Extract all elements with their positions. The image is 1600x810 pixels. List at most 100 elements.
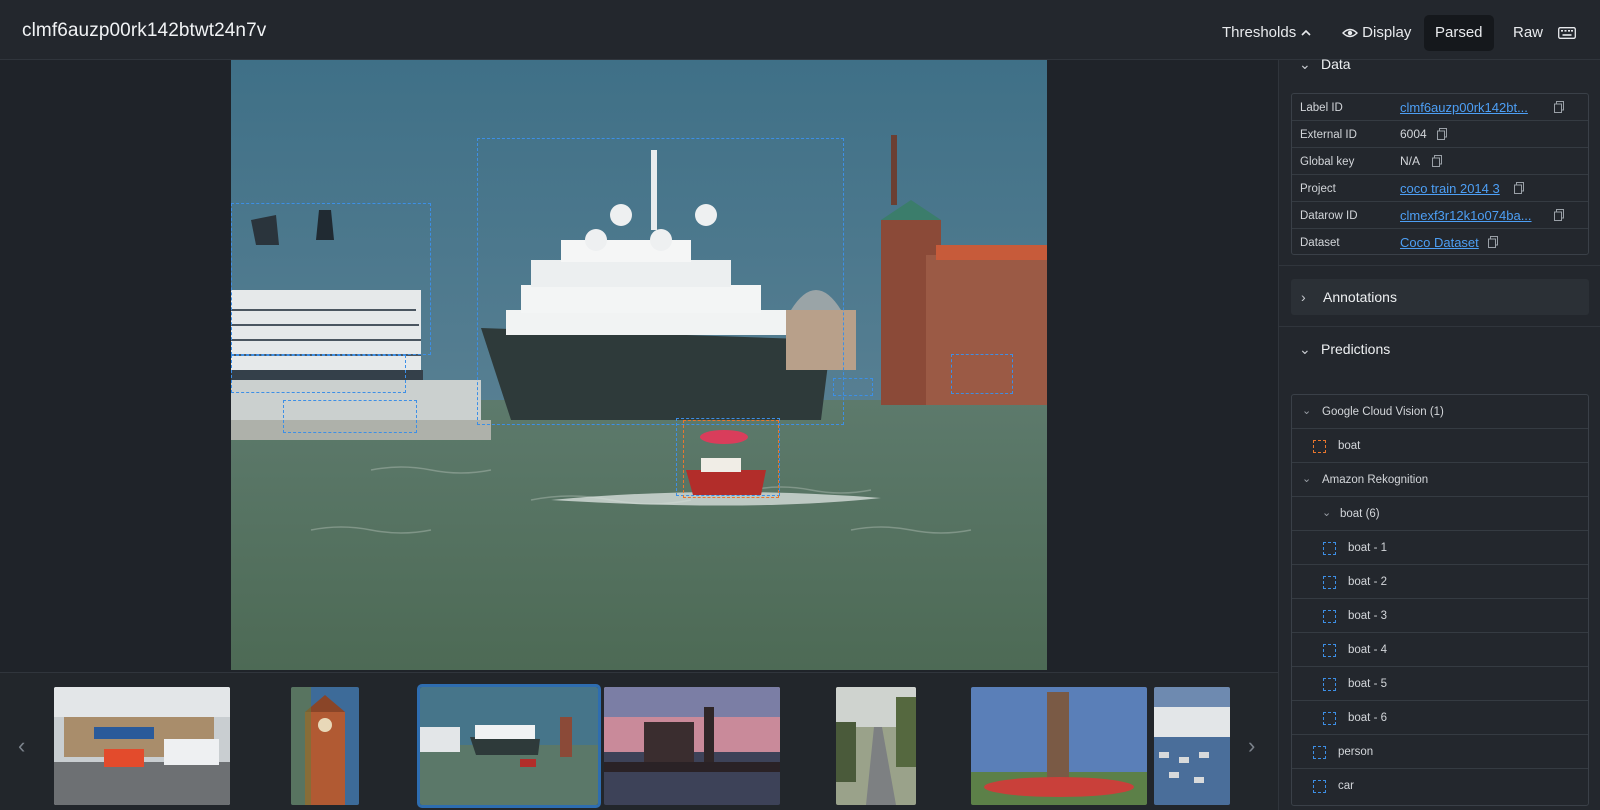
bounding-box-icon	[1313, 780, 1326, 793]
data-key: Dataset	[1300, 237, 1340, 249]
item-label: car	[1338, 780, 1354, 792]
thumbnail-7[interactable]	[1154, 687, 1230, 805]
copy-icon[interactable]	[1554, 101, 1564, 113]
data-key: Datarow ID	[1300, 210, 1358, 222]
group-label: Amazon Rekognition	[1322, 474, 1429, 486]
image-viewer[interactable]	[0, 60, 1278, 672]
divider	[1279, 326, 1600, 327]
data-row-external-id: External ID 6004	[1292, 121, 1588, 148]
data-row-datarow-id: Datarow ID clmexf3r12k1o074ba...	[1292, 202, 1588, 229]
external-id-value: 6004	[1400, 127, 1427, 141]
datarow-id-link[interactable]: clmexf3r12k1o074ba...	[1400, 208, 1532, 223]
prediction-item[interactable]: boat - 1	[1292, 531, 1588, 565]
global-key-value: N/A	[1400, 154, 1421, 168]
annotations-section-header[interactable]: › Annotations	[1291, 279, 1589, 315]
chevron-down-icon: ⌄	[1302, 473, 1312, 485]
filmstrip: ‹ ›	[0, 672, 1278, 810]
prediction-item[interactable]: person	[1292, 735, 1588, 769]
predictions-tree: ⌄ Google Cloud Vision (1) boat ⌄ Amazon …	[1291, 394, 1589, 806]
thresholds-label: Thresholds	[1222, 24, 1297, 41]
thumbnail-2[interactable]	[291, 687, 359, 805]
item-label: boat - 4	[1348, 644, 1387, 656]
annotations-heading: Annotations	[1323, 289, 1397, 305]
thresholds-button[interactable]: Thresholds	[1211, 15, 1323, 51]
item-label: boat - 6	[1348, 712, 1387, 724]
item-label: boat	[1338, 440, 1361, 452]
prediction-box-boat-gcv[interactable]	[683, 420, 779, 498]
item-label: boat - 5	[1348, 678, 1387, 690]
thumbnail-6[interactable]	[971, 687, 1147, 805]
item-label: boat - 2	[1348, 576, 1387, 588]
top-bar: clmf6auzp00rk142btwt24n7v Thresholds Dis…	[0, 0, 1600, 60]
prediction-item[interactable]: boat - 5	[1292, 667, 1588, 701]
copy-icon[interactable]	[1488, 236, 1498, 248]
prediction-subgroup-boat[interactable]: ⌄ boat (6)	[1292, 497, 1588, 531]
details-sidebar: ⌄ Data Label ID clmf6auzp00rk142bt... Ext…	[1278, 56, 1600, 810]
prediction-box-car[interactable]	[231, 355, 406, 393]
prediction-item[interactable]: boat - 6	[1292, 701, 1588, 735]
dataset-link[interactable]: Coco Dataset	[1400, 235, 1479, 250]
prediction-box-boat-yacht[interactable]	[477, 138, 844, 425]
thumbnail-3-selected[interactable]	[417, 684, 601, 808]
project-link[interactable]: coco train 2014 3	[1400, 181, 1500, 196]
chevron-up-icon	[1301, 29, 1311, 36]
data-table: Label ID clmf6auzp00rk142bt... External …	[1291, 93, 1589, 255]
copy-icon[interactable]	[1437, 128, 1447, 140]
chevron-left-icon[interactable]: ‹	[18, 733, 25, 759]
prediction-box-boat-right[interactable]	[951, 354, 1013, 394]
data-row-global-key: Global key N/A	[1292, 148, 1588, 175]
data-row-dataset: Dataset Coco Dataset	[1292, 229, 1588, 256]
keyboard-icon	[1558, 27, 1576, 39]
prediction-group-amazon[interactable]: ⌄ Amazon Rekognition	[1292, 463, 1588, 497]
data-row-label-id: Label ID clmf6auzp00rk142bt...	[1292, 94, 1588, 121]
prediction-item[interactable]: boat - 2	[1292, 565, 1588, 599]
display-label: Display	[1362, 24, 1412, 41]
bounding-box-icon	[1323, 678, 1336, 691]
label-id-link[interactable]: clmf6auzp00rk142bt...	[1400, 100, 1528, 115]
chevron-down-icon: ⌄	[1302, 405, 1312, 417]
data-key: Label ID	[1300, 102, 1343, 114]
subgroup-label: boat (6)	[1340, 508, 1380, 520]
bounding-box-icon	[1313, 440, 1326, 453]
chevron-right-icon[interactable]: ›	[1248, 733, 1255, 759]
data-key: External ID	[1300, 129, 1357, 141]
item-label: boat - 3	[1348, 610, 1387, 622]
data-section-header[interactable]: ⌄ Data	[1299, 56, 1351, 73]
main-image[interactable]	[231, 60, 1047, 670]
copy-icon[interactable]	[1514, 182, 1524, 194]
display-button[interactable]: Display	[1331, 15, 1422, 51]
keyboard-shortcuts-button[interactable]	[1547, 15, 1587, 51]
chevron-down-icon: ⌄	[1299, 56, 1311, 72]
predictions-section-header[interactable]: ⌄ Predictions	[1299, 341, 1390, 358]
chevron-right-icon: ›	[1301, 289, 1306, 305]
prediction-group-google[interactable]: ⌄ Google Cloud Vision (1)	[1292, 395, 1588, 429]
data-key: Global key	[1300, 156, 1355, 168]
page-title: clmf6auzp00rk142btwt24n7v	[22, 20, 267, 41]
item-label: person	[1338, 746, 1374, 758]
bounding-box-icon	[1323, 712, 1336, 725]
eye-icon	[1342, 28, 1358, 38]
prediction-box-boat-small[interactable]	[833, 378, 873, 396]
prediction-box-boat-dock[interactable]	[283, 400, 417, 433]
thumbnail-4[interactable]	[604, 687, 780, 805]
thumbnail-5[interactable]	[836, 687, 916, 805]
data-heading: Data	[1321, 56, 1351, 72]
thumbnail-1[interactable]	[54, 687, 230, 805]
prediction-item[interactable]: boat - 3	[1292, 599, 1588, 633]
prediction-item[interactable]: boat - 4	[1292, 633, 1588, 667]
prediction-box-boat-cruise[interactable]	[231, 203, 431, 355]
copy-icon[interactable]	[1432, 155, 1442, 167]
bounding-box-icon	[1323, 610, 1336, 623]
bounding-box-icon	[1313, 746, 1326, 759]
prediction-item[interactable]: boat	[1292, 429, 1588, 463]
prediction-item[interactable]: car	[1292, 769, 1588, 803]
parsed-tab[interactable]: Parsed	[1424, 15, 1494, 51]
chevron-down-icon: ⌄	[1299, 341, 1311, 357]
copy-icon[interactable]	[1554, 209, 1564, 221]
divider	[1279, 265, 1600, 266]
bounding-box-icon	[1323, 576, 1336, 589]
annotations-header-content: › Annotations	[1301, 289, 1397, 305]
bounding-box-icon	[1323, 644, 1336, 657]
group-label: Google Cloud Vision (1)	[1322, 406, 1444, 418]
data-row-project: Project coco train 2014 3	[1292, 175, 1588, 202]
